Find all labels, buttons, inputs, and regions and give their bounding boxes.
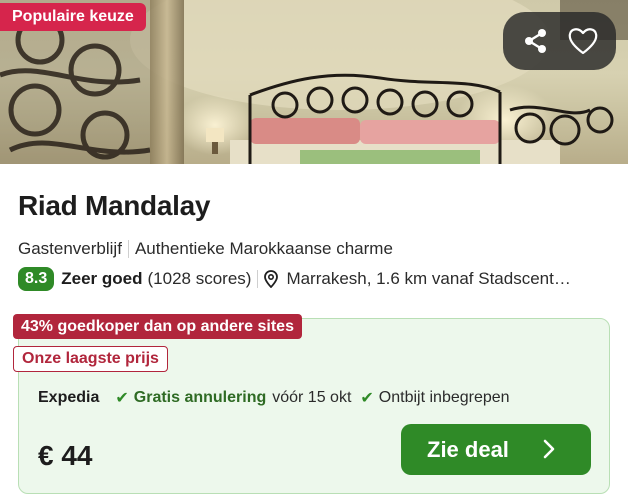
lowest-price-tag: Onze laagste prijs — [13, 346, 168, 372]
view-deal-button[interactable]: Zie deal — [401, 424, 591, 475]
breakfast-included: Ontbijt inbegrepen — [378, 389, 510, 406]
rating-score-badge: 8.3 — [18, 267, 55, 291]
rating-location-line: 8.3 Zeer goed (1028 scores) Marrakesh, 1… — [18, 267, 618, 291]
divider — [127, 240, 129, 258]
chevron-right-icon — [543, 439, 555, 459]
share-icon — [525, 29, 547, 53]
discount-tag: 43% goedkoper dan op andere sites — [13, 314, 302, 339]
free-cancellation: Gratis annulering — [133, 389, 267, 406]
checkmark-icon: ✔ — [360, 390, 374, 407]
cancellation-date: vóór 15 okt — [272, 389, 352, 406]
hotel-meta: Gastenverblijf Authentieke Marokkaanse c… — [18, 239, 393, 259]
location-text[interactable]: Marrakesh, 1.6 km vanaf Stadscentrum — [286, 269, 576, 289]
rating-count: (1028 scores) — [147, 269, 252, 288]
checkmark-icon: ✔ — [115, 390, 129, 407]
popular-badge: Populaire keuze — [0, 3, 146, 31]
property-tagline: Authentieke Marokkaanse charme — [134, 239, 393, 258]
provider-name: Expedia — [38, 389, 100, 406]
share-button[interactable] — [516, 21, 556, 61]
deal-price: € 44 — [38, 440, 93, 471]
photo-actions — [503, 12, 616, 70]
favorite-button[interactable] — [563, 21, 603, 61]
location-pin-icon — [264, 270, 279, 288]
rating-label: Zeer goed — [61, 269, 143, 288]
view-deal-label: Zie deal — [427, 436, 509, 462]
property-type: Gastenverblijf — [18, 239, 122, 258]
divider — [257, 270, 259, 288]
heart-icon — [568, 28, 598, 55]
hotel-title[interactable]: Riad Mandalay — [18, 190, 210, 222]
deal-provider-line: Expedia ✔ Gratis annulering vóór 15 okt … — [38, 388, 510, 408]
